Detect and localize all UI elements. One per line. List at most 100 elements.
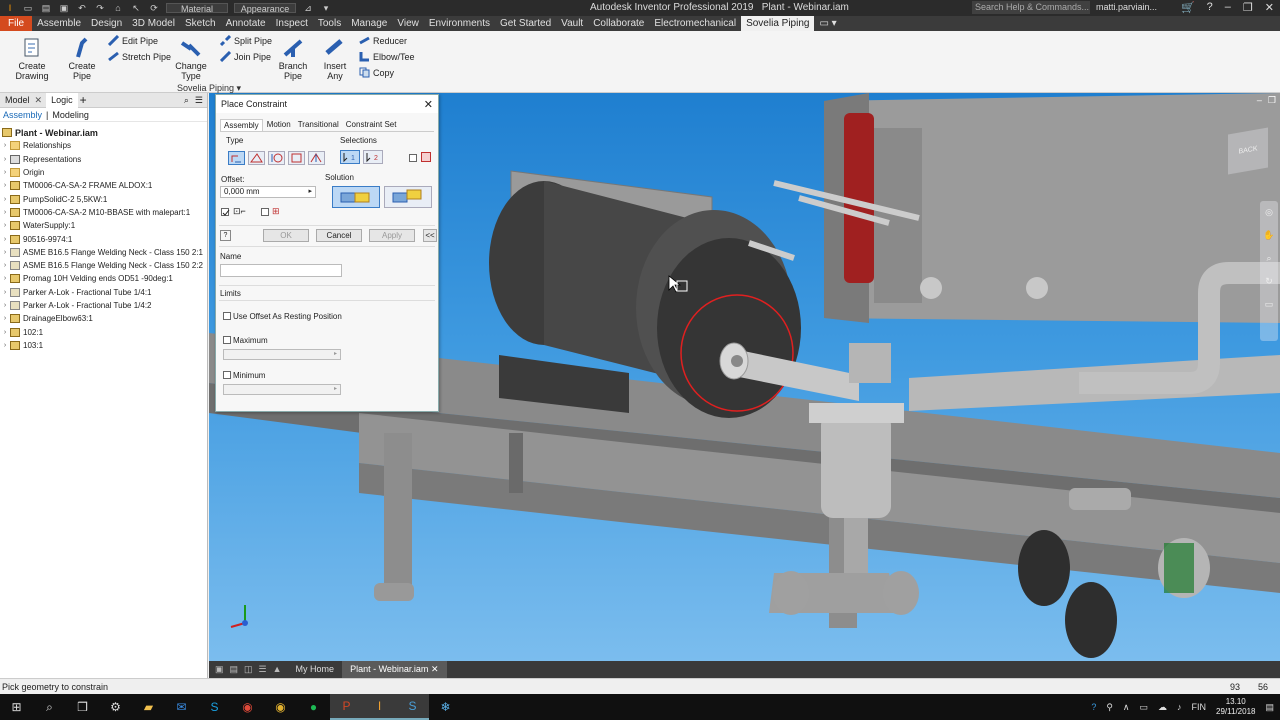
restore-button[interactable]: ❐ [1243, 1, 1253, 14]
tree-item[interactable]: › Parker A-Lok - Fractional Tube 1/4:2 [0, 299, 207, 312]
task-view-icon[interactable]: ❒ [66, 694, 99, 720]
language-indicator[interactable]: FIN [1192, 702, 1207, 712]
change-type-button[interactable]: Change Type [166, 37, 216, 81]
outlook-icon[interactable]: ✉ [165, 694, 198, 720]
reducer-button[interactable]: Reducer [359, 35, 407, 46]
home-icon[interactable]: ⌂ [112, 3, 124, 13]
tab-view[interactable]: View [392, 16, 424, 31]
use-offset-checkbox[interactable] [223, 312, 231, 320]
tab-sketch[interactable]: Sketch [180, 16, 221, 31]
tab-assemble[interactable]: Assemble [32, 16, 86, 31]
inventor-logo-icon[interactable]: I [4, 3, 16, 13]
offset-input[interactable]: 0,000 mm ▸ [220, 186, 316, 198]
people-icon[interactable]: ⚲ [1106, 702, 1113, 713]
start-icon[interactable]: ⊞ [0, 694, 33, 720]
show-preview-checkbox[interactable] [221, 208, 230, 216]
search-icon[interactable]: ⌕ [184, 95, 189, 106]
select-icon[interactable]: ↖ [130, 3, 142, 13]
tab-sovelia-piping[interactable]: Sovelia Piping [741, 16, 815, 31]
browser-modeling-mode[interactable]: Modeling [52, 110, 89, 120]
elbow-tee-button[interactable]: Elbow/Tee [359, 51, 415, 62]
help-tray-icon[interactable]: ? [1091, 702, 1096, 712]
tab-electromechanical[interactable]: Electromechanical [649, 16, 741, 31]
expand-icon[interactable]: › [0, 196, 10, 203]
collapse-button[interactable]: << [423, 229, 437, 242]
steering-wheel-icon[interactable]: ◎ [1265, 207, 1273, 218]
expand-icon[interactable]: › [0, 329, 10, 336]
ribbon-options-icon[interactable]: ▭ ▾ [814, 16, 841, 31]
expand-icon[interactable]: › [0, 222, 10, 229]
chrome-alt-icon[interactable]: ◉ [264, 694, 297, 720]
add-tab-icon[interactable]: + [80, 93, 87, 107]
update-icon[interactable]: ⟳ [148, 3, 160, 13]
tab-inspect[interactable]: Inspect [271, 16, 313, 31]
tree-item[interactable]: › 90516-9974:1 [0, 232, 207, 245]
orbit-icon[interactable]: ↻ [1265, 276, 1273, 287]
tree-item[interactable]: › Promag 10H Velding ends OD51 -90deg:1 [0, 272, 207, 285]
dialog-tab-motion[interactable]: Motion [264, 119, 294, 131]
skype-icon[interactable]: S [198, 694, 231, 720]
flush-solution-button[interactable] [384, 186, 432, 208]
insert-any-button[interactable]: Insert Any [316, 37, 354, 81]
file-explorer-icon[interactable]: ▰ [132, 694, 165, 720]
maximum-checkbox[interactable] [223, 336, 231, 344]
viewcube[interactable]: BACK [1228, 127, 1268, 175]
tab-collaborate[interactable]: Collaborate [588, 16, 649, 31]
menu-arrow-icon[interactable]: ▲ [273, 664, 282, 675]
settings-icon[interactable]: ⚙ [99, 694, 132, 720]
tree-item[interactable]: › TM0006-CA-SA-2 M10-BBASE with malepart:… [0, 206, 207, 219]
browser-assembly-mode[interactable]: Assembly [3, 110, 42, 120]
tab-vault[interactable]: Vault [556, 16, 588, 31]
expand-icon[interactable]: › [0, 289, 10, 296]
maximum-input[interactable]: ▸ [223, 349, 341, 360]
maximum-arrow-icon[interactable]: ▸ [334, 350, 337, 357]
material-dropdown[interactable]: Material [166, 3, 228, 14]
onedrive-icon[interactable]: ☁ [1158, 702, 1167, 713]
minimum-checkbox[interactable] [223, 371, 231, 379]
stretch-pipe-button[interactable]: Stretch Pipe [108, 51, 171, 62]
expand-icon[interactable]: › [0, 182, 10, 189]
tab-environments[interactable]: Environments [424, 16, 495, 31]
viewport-minimize-icon[interactable]: – [1257, 95, 1262, 106]
expand-icon[interactable]: › [0, 169, 10, 176]
expand-icon[interactable]: › [0, 342, 10, 349]
tab-design[interactable]: Design [86, 16, 127, 31]
new-icon[interactable]: ▭ [22, 3, 34, 13]
cancel-button[interactable]: Cancel [316, 229, 362, 242]
copy-button[interactable]: Copy [359, 67, 394, 78]
expand-icon[interactable]: › [0, 249, 10, 256]
branch-pipe-button[interactable]: Branch Pipe [270, 37, 316, 81]
notifications-icon[interactable]: ▤ [1265, 702, 1274, 713]
close-tab-icon[interactable]: ✕ [35, 95, 43, 106]
dialog-close-icon[interactable]: ✕ [424, 98, 433, 111]
arrange-icon[interactable]: ◫ [244, 664, 253, 675]
mate-constraint-button[interactable] [228, 151, 245, 165]
close-button[interactable]: ✕ [1265, 1, 1274, 14]
predict-offset-checkbox[interactable] [261, 208, 269, 216]
help-search-input[interactable]: Search Help & Commands... [972, 1, 1090, 14]
expand-icon[interactable]: › [0, 315, 10, 322]
pan-icon[interactable]: ✋ [1263, 230, 1274, 241]
symmetry-constraint-button[interactable] [308, 151, 325, 165]
undo-icon[interactable]: ↶ [76, 3, 88, 13]
tree-item[interactable]: › Relationships [0, 139, 207, 152]
tab-my-home[interactable]: My Home [288, 661, 343, 678]
tab-logic[interactable]: Logic [46, 92, 78, 108]
tree-item[interactable]: › DrainageElbow63:1 [0, 312, 207, 325]
dialog-tab-transitional[interactable]: Transitional [295, 119, 342, 131]
create-drawing-button[interactable]: Create Drawing [4, 37, 60, 81]
tile-icon[interactable]: ▣ [215, 664, 224, 675]
tab-plant-webinar[interactable]: Plant - Webinar.iam ✕ [342, 661, 447, 678]
tree-item[interactable]: › PumpSolidC-2 5,5KW:1 [0, 192, 207, 205]
apply-button[interactable]: Apply [369, 229, 415, 242]
tree-item[interactable]: › Origin [0, 166, 207, 179]
minimize-button[interactable]: – [1225, 1, 1231, 14]
zoom-icon[interactable]: ⌕ [1266, 253, 1271, 264]
chevron-up-icon[interactable]: ∧ [1123, 702, 1130, 713]
tree-item[interactable]: › TM0006-CA-SA-2 FRAME ALDOX:1 [0, 179, 207, 192]
selection-1-button[interactable]: 1 [340, 150, 360, 164]
join-pipe-button[interactable]: Join Pipe [220, 51, 271, 62]
customize-icon[interactable]: ▾ [320, 3, 332, 13]
volume-icon[interactable]: ♪ [1177, 702, 1182, 712]
tree-root[interactable]: Plant - Webinar.iam [0, 126, 207, 139]
